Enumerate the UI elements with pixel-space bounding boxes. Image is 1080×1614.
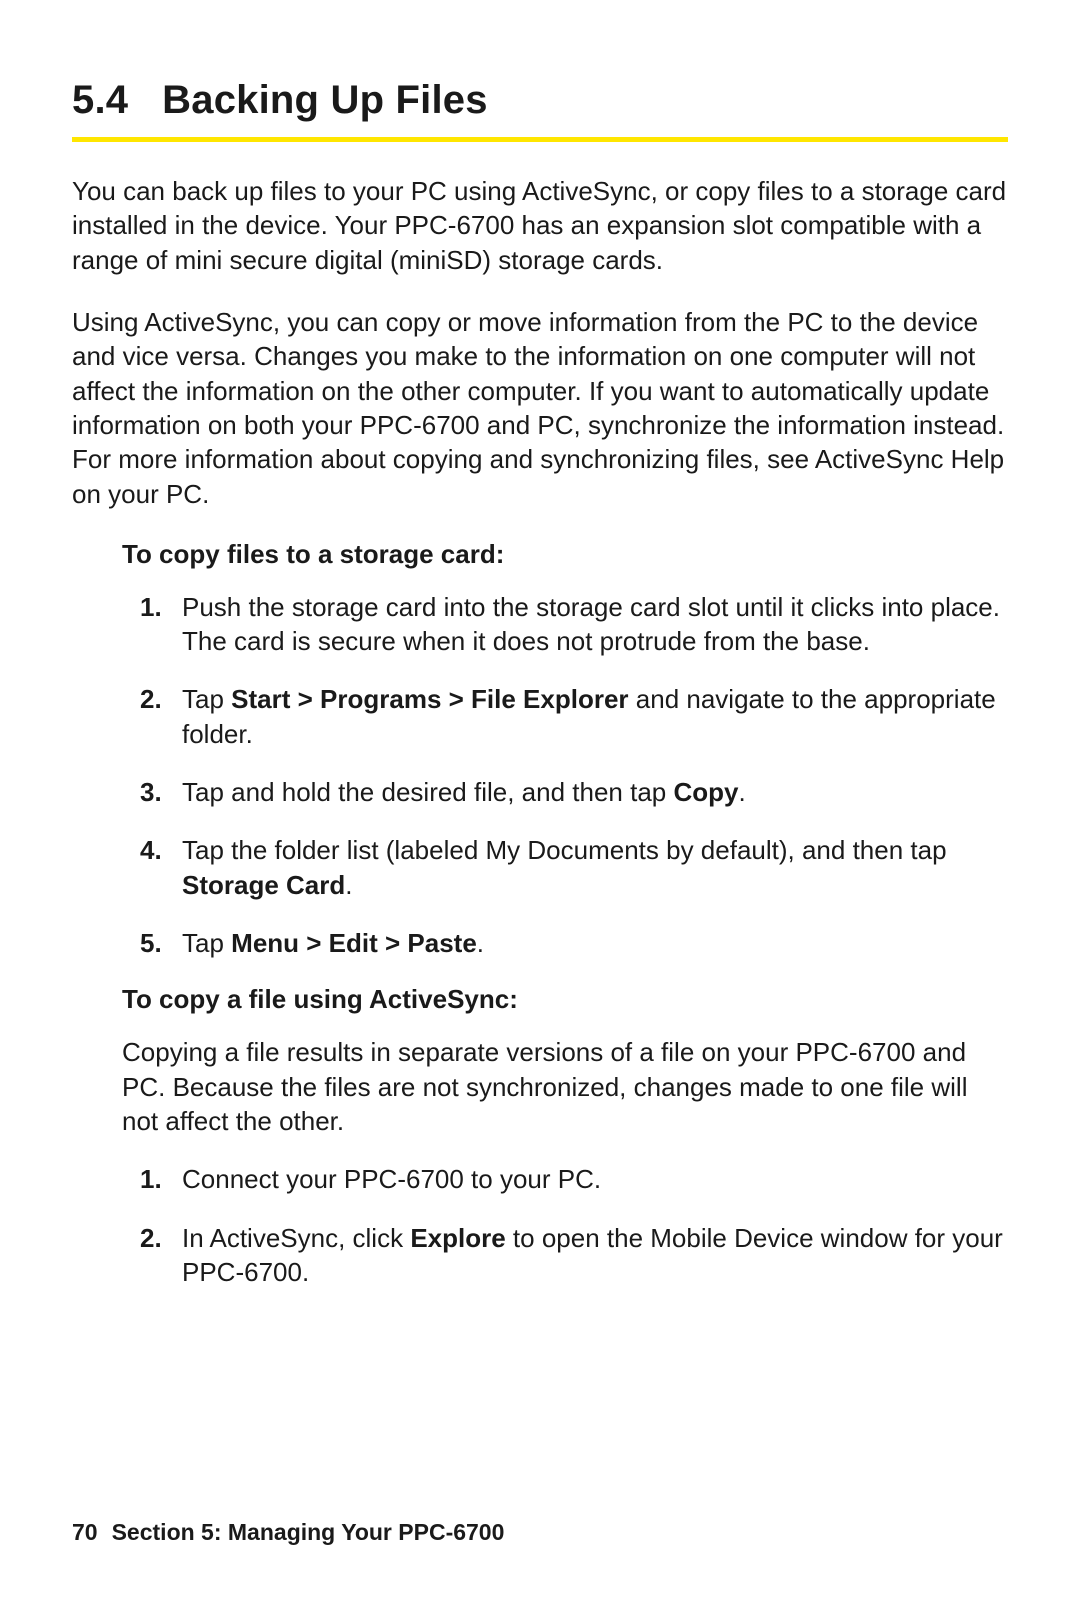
step-text-pre: Tap and hold the desired file, and then … [182, 777, 673, 807]
step-item: 1. Push the storage card into the storag… [182, 590, 1008, 659]
step-number: 1. [140, 1162, 162, 1196]
step-item: 2. Tap Start > Programs > File Explorer … [182, 682, 1008, 751]
step-number: 5. [140, 926, 162, 960]
steps-list-activesync: 1. Connect your PPC-6700 to your PC. 2. … [122, 1162, 1008, 1289]
page-number: 70 [72, 1519, 98, 1545]
step-number: 4. [140, 833, 162, 867]
step-text-pre: Tap the folder list (labeled My Document… [182, 835, 947, 865]
steps-list-storage: 1. Push the storage card into the storag… [122, 590, 1008, 961]
step-item: 3. Tap and hold the desired file, and th… [182, 775, 1008, 809]
footer-section-label: Section 5: Managing Your PPC-6700 [112, 1519, 505, 1545]
step-text-bold: Start > Programs > File Explorer [231, 684, 628, 714]
subsection-title: To copy files to a storage card: [122, 539, 1008, 570]
step-text-bold: Copy [673, 777, 738, 807]
page-footer: 70 Section 5: Managing Your PPC-6700 [72, 1519, 504, 1546]
step-text-post: . [477, 928, 484, 958]
step-item: 4. Tap the folder list (labeled My Docum… [182, 833, 1008, 902]
section-number: 5.4 [72, 78, 128, 122]
step-number: 2. [140, 1221, 162, 1255]
step-text-bold: Storage Card [182, 870, 345, 900]
step-text-pre: In ActiveSync, click [182, 1223, 410, 1253]
step-item: 1. Connect your PPC-6700 to your PC. [182, 1162, 1008, 1196]
step-number: 3. [140, 775, 162, 809]
step-text-post: . [345, 870, 352, 900]
section-heading: 5.4 Backing Up Files [72, 78, 1008, 123]
step-text-post: Connect your PPC-6700 to your PC. [182, 1164, 601, 1194]
step-text-bold: Explore [410, 1223, 505, 1253]
step-text-post: . [738, 777, 745, 807]
step-text-bold: Menu > Edit > Paste [231, 928, 477, 958]
heading-underline [72, 137, 1008, 142]
intro-paragraph-2: Using ActiveSync, you can copy or move i… [72, 305, 1008, 511]
step-text-pre: Tap [182, 928, 231, 958]
step-item: 2. In ActiveSync, click Explore to open … [182, 1221, 1008, 1290]
subsection-title: To copy a file using ActiveSync: [122, 984, 1008, 1015]
step-text-pre: Tap [182, 684, 231, 714]
section-title-text: Backing Up Files [162, 78, 488, 122]
step-item: 5. Tap Menu > Edit > Paste. [182, 926, 1008, 960]
step-number: 1. [140, 590, 162, 624]
step-number: 2. [140, 682, 162, 716]
subsection-body: Copying a file results in separate versi… [122, 1035, 1008, 1138]
subsection-activesync: To copy a file using ActiveSync: Copying… [72, 984, 1008, 1289]
step-text-post: Push the storage card into the storage c… [182, 592, 1000, 656]
intro-paragraph-1: You can back up files to your PC using A… [72, 174, 1008, 277]
document-page: 5.4 Backing Up Files You can back up fil… [0, 0, 1080, 1614]
subsection-storage-card: To copy files to a storage card: 1. Push… [72, 539, 1008, 961]
